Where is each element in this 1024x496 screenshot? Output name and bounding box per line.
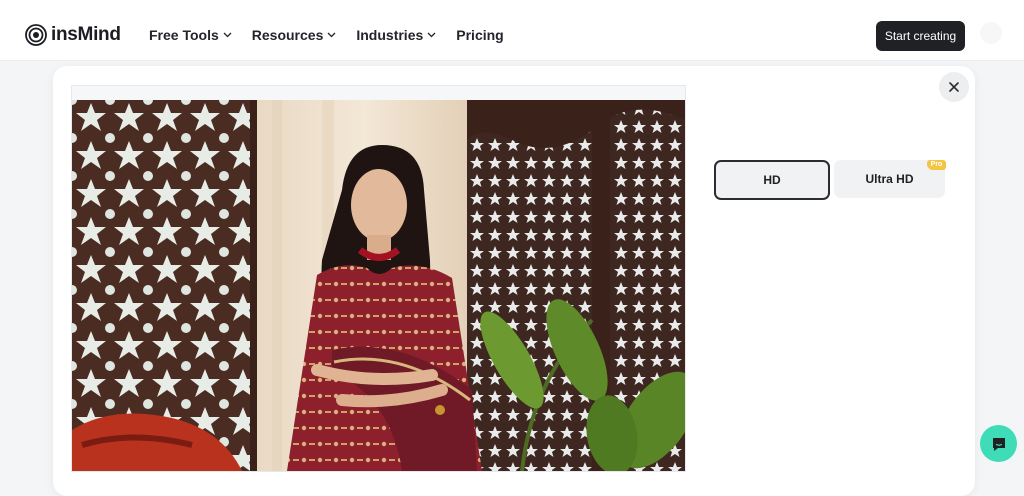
user-avatar[interactable] xyxy=(980,22,1002,44)
close-icon xyxy=(949,82,959,92)
nav-free-tools[interactable]: Free Tools xyxy=(149,26,232,44)
top-navbar: insMind Free Tools Resources Industries … xyxy=(0,0,1024,61)
image-preview xyxy=(71,85,686,472)
start-creating-button[interactable]: Start creating xyxy=(876,21,965,51)
preview-photo xyxy=(72,100,685,471)
chevron-down-icon xyxy=(327,32,336,38)
hd-option-button[interactable]: HD xyxy=(714,160,830,200)
chevron-down-icon xyxy=(223,32,232,38)
chevron-down-icon xyxy=(427,32,436,38)
nav-resources[interactable]: Resources xyxy=(252,26,337,44)
nav-label: Pricing xyxy=(456,27,504,43)
chat-support-button[interactable] xyxy=(980,425,1017,462)
brand-name: insMind xyxy=(51,24,121,45)
chat-icon xyxy=(992,437,1005,451)
nav-label: Resources xyxy=(251,27,324,43)
nav-label: Free Tools xyxy=(149,27,219,43)
close-button[interactable] xyxy=(939,72,969,102)
main-nav: Free Tools Resources Industries Pricing xyxy=(149,26,524,44)
brand-logo[interactable]: insMind xyxy=(25,24,121,46)
nav-label: Industries xyxy=(356,27,424,43)
pro-badge: Pro xyxy=(927,160,946,170)
nav-industries[interactable]: Industries xyxy=(356,26,436,44)
nav-pricing[interactable]: Pricing xyxy=(456,26,503,44)
insmind-logo-icon xyxy=(25,24,47,46)
